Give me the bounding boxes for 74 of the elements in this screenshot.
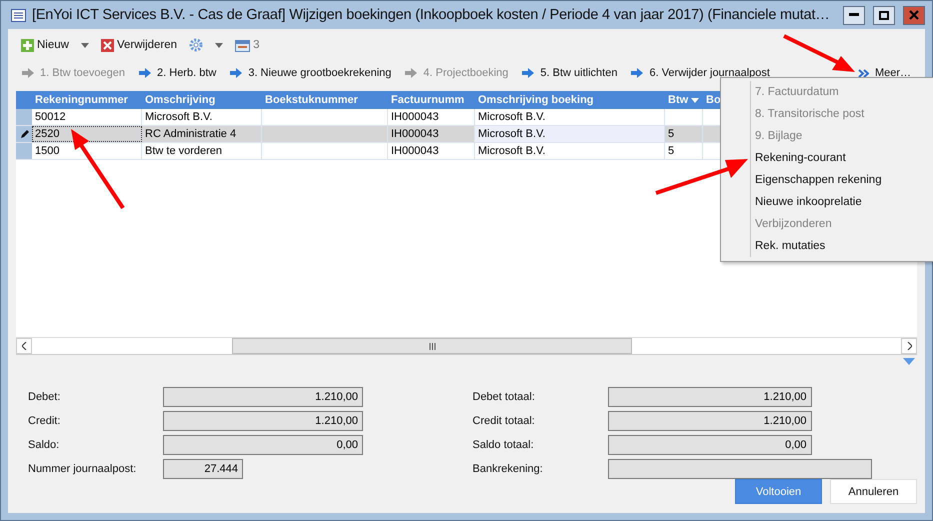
pencil-icon [20,129,28,139]
filter-caret-icon[interactable] [691,98,700,102]
table-cell: RC Administratie 4 [142,126,262,142]
table-cell: 50012 [32,109,142,125]
more-button[interactable]: Meer… [858,67,911,79]
gear-icon [189,38,204,52]
arrow-icon [405,68,418,78]
table-cell: Microsoft B.V. [475,109,665,125]
table-cell: 5 [665,143,703,159]
maximize-button[interactable] [873,6,895,24]
column-header[interactable]: Boekstuknummer [262,91,388,109]
action-link[interactable]: 5. Btw uitlichten [522,67,618,79]
table-cell: Btw te vorderen [142,143,262,159]
column-header[interactable]: Omschrijving [142,91,262,109]
table-cell: Microsoft B.V. [475,143,665,159]
action-link[interactable]: 3. Nieuwe grootboekrekening [230,67,392,79]
delete-icon [100,38,114,52]
collapse-icon[interactable] [903,358,915,365]
field-label: Debet: [28,391,62,403]
readonly-field[interactable] [608,459,872,479]
menu-item[interactable]: Nieuwe inkooprelatie [721,191,933,213]
window-title: [EnYoi ICT Services B.V. - Cas de Graaf] Wijzigen boekingen (Inkoopboek kosten / Periode 4 van jaar 2017) (Financiele mutat… [32,7,831,23]
annotation-arrow [783,34,855,72]
minimize-button[interactable] [843,6,865,24]
readonly-field[interactable]: 0,00 [163,435,363,455]
table-cell: IH000043 [388,109,475,125]
readonly-field[interactable]: 1.210,00 [163,387,363,407]
menu-item[interactable]: Eigenschappen rekening [721,169,933,191]
calendar-icon [235,38,250,52]
finish-button[interactable]: Voltooien [735,479,822,504]
readonly-field[interactable]: 1.210,00 [163,411,363,431]
maximize-icon [879,10,889,20]
field-label: Nummer journaalpost: [28,463,138,475]
cancel-button[interactable]: Annuleren [830,479,917,504]
table-cell: Microsoft B.V. [142,109,262,125]
column-header[interactable]: Bo [703,91,723,109]
field-label: Credit: [28,415,62,427]
field-label: Saldo: [28,439,60,451]
column-header[interactable]: Omschrijving boeking [475,91,665,109]
field-label: Debet totaal: [472,391,536,403]
action-link[interactable]: 6. Verwijder journaalpost [631,67,770,79]
plus-icon [21,38,34,52]
table-cell: IH000043 [388,143,475,159]
grip-icon[interactable] [428,342,436,350]
window-icon [11,8,26,22]
arrow-icon [631,68,644,78]
menu-item[interactable]: Rek. mutaties [721,235,933,257]
table-cell: Microsoft B.V. [475,126,665,142]
double-chevron-icon [858,68,869,78]
table-cell: 5 [665,126,703,142]
arrow-icon [522,68,534,78]
minimize-icon [849,13,859,17]
close-icon [909,10,919,20]
arrow-icon [22,68,34,78]
field-label: Credit totaal: [472,415,536,427]
close-button[interactable] [903,6,925,24]
arrow-icon [230,68,242,78]
column-header[interactable]: Rekeningnummer [32,91,142,109]
column-header[interactable]: Btw [665,91,703,109]
readonly-field[interactable]: 0,00 [608,435,812,455]
column-header[interactable]: Factuurnumm [388,91,475,109]
horizontal-scrollbar[interactable] [16,337,917,354]
arrow-icon [139,68,152,78]
caret-icon[interactable] [215,42,224,48]
field-label: Bankrekening: [472,463,544,475]
settings-button[interactable] [189,38,204,52]
readonly-field[interactable]: 27.444 [163,459,243,479]
readonly-field[interactable]: 1.210,00 [608,387,812,407]
action-link[interactable]: 2. Herb. btw [139,67,216,79]
readonly-field[interactable]: 1.210,00 [608,411,812,431]
caret-icon[interactable] [80,42,89,48]
delete-button[interactable]: Verwijderen [100,38,178,52]
field-label: Saldo totaal: [472,439,535,451]
new-button[interactable]: Nieuw [21,38,69,52]
